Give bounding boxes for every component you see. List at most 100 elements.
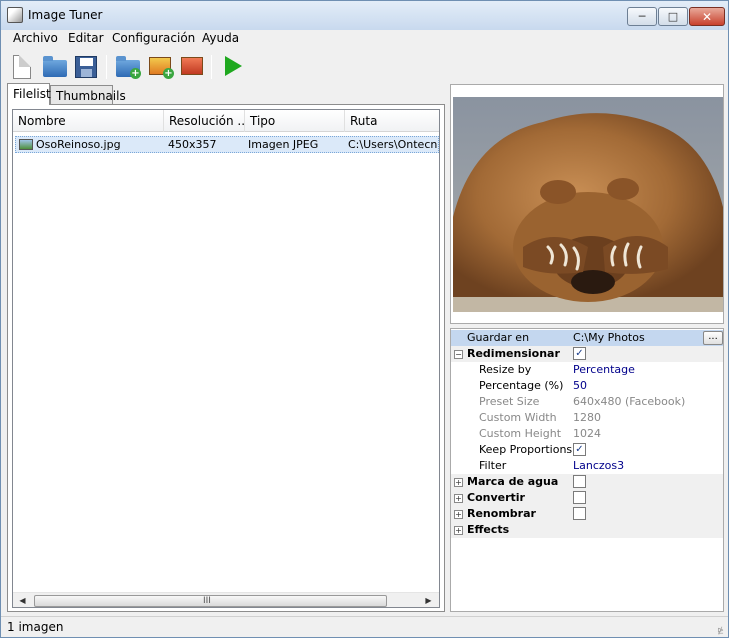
category-effects[interactable]: + Effects [451, 522, 723, 538]
prop-value[interactable]: Lanczos3 [573, 459, 624, 472]
app-icon [7, 7, 23, 23]
minimize-button[interactable]: ─ [627, 7, 657, 26]
category-label: Effects [467, 523, 510, 536]
play-icon [225, 56, 242, 76]
save-disk-icon [75, 56, 97, 78]
prop-value[interactable]: 50 [573, 379, 587, 392]
maximize-icon: □ [667, 10, 679, 23]
category-label: Redimensionar [467, 347, 560, 360]
maximize-button[interactable]: □ [658, 7, 688, 26]
rename-checkbox[interactable] [573, 507, 586, 520]
horizontal-scrollbar[interactable]: ◀ III ▶ [13, 592, 439, 607]
scroll-grip: III [203, 596, 211, 606]
resize-checkbox[interactable]: ✓ [573, 347, 586, 360]
filelist-panel: Nombre Resolución ... Tipo Ruta OsoReino… [7, 104, 445, 612]
prop-label: Keep Proportions [479, 443, 573, 456]
keep-proportions-checkbox[interactable]: ✓ [573, 443, 586, 456]
image-preview [450, 84, 724, 324]
prop-label: Custom Height [479, 427, 562, 440]
list-header: Nombre Resolución ... Tipo Ruta [13, 110, 439, 132]
expand-icon[interactable]: + [454, 526, 463, 535]
convert-checkbox[interactable] [573, 491, 586, 504]
category-renombrar[interactable]: + Renombrar [451, 506, 723, 522]
expand-icon[interactable]: + [454, 478, 463, 487]
minimize-icon: ─ [638, 10, 646, 23]
title-bar: Image Tuner ─ □ ✕ [1, 1, 728, 30]
prop-resize-by[interactable]: Resize by Percentage [451, 362, 723, 378]
watermark-checkbox[interactable] [573, 475, 586, 488]
category-convertir[interactable]: + Convertir [451, 490, 723, 506]
menu-archivo[interactable]: Archivo [13, 31, 58, 45]
scroll-left-icon[interactable]: ◀ [15, 594, 30, 607]
column-ruta[interactable]: Ruta [345, 110, 439, 132]
browse-button[interactable]: ... [703, 331, 723, 345]
prop-label: Filter [479, 459, 507, 472]
prop-value: 640x480 (Facebook) [573, 395, 686, 408]
prop-preset-size: Preset Size 640x480 (Facebook) [451, 394, 723, 410]
menu-ayuda[interactable]: Ayuda [202, 31, 239, 45]
category-label: Marca de agua [467, 475, 559, 488]
remove-image-button[interactable] [180, 53, 206, 79]
plus-icon: + [163, 68, 174, 79]
file-list[interactable]: Nombre Resolución ... Tipo Ruta OsoReino… [12, 109, 440, 608]
toolbar-separator [211, 55, 212, 79]
resize-grip-icon[interactable]: ⋭ [717, 626, 724, 635]
new-file-icon [13, 55, 31, 79]
expand-icon[interactable]: + [454, 510, 463, 519]
properties-grid: Guardar en C:\My Photos ... − Redimensio… [450, 328, 724, 612]
row-path: C:\Users\Ontecnia\ [348, 138, 438, 151]
prop-value[interactable]: Percentage [573, 363, 635, 376]
close-button[interactable]: ✕ [689, 7, 725, 26]
column-resolucion[interactable]: Resolución ... [164, 110, 245, 132]
image-file-icon [19, 139, 33, 150]
toolbar: + + [1, 49, 728, 85]
bear-photo [453, 97, 723, 312]
prop-custom-width: Custom Width 1280 [451, 410, 723, 426]
category-label: Renombrar [467, 507, 536, 520]
toolbar-separator [106, 55, 107, 79]
close-icon: ✕ [701, 9, 713, 24]
status-text: 1 imagen [7, 620, 64, 634]
add-image-button[interactable]: + [148, 53, 174, 79]
category-redimensionar[interactable]: − Redimensionar ✓ [451, 346, 723, 362]
table-row[interactable]: OsoReinoso.jpg 450x357 Imagen JPEG C:\Us… [15, 136, 439, 153]
scroll-thumb[interactable]: III [34, 595, 387, 607]
collapse-icon[interactable]: − [454, 350, 463, 359]
tab-thumbnails[interactable]: Thumbnails [50, 85, 126, 105]
expand-icon[interactable]: + [454, 494, 463, 503]
menu-configuracion[interactable]: Configuración [112, 31, 195, 45]
row-resolution: 450x357 [168, 138, 217, 151]
plus-icon: + [130, 68, 141, 79]
status-bar: 1 imagen ⋭ [1, 616, 728, 637]
prop-percentage[interactable]: Percentage (%) 50 [451, 378, 723, 394]
category-label: Convertir [467, 491, 525, 504]
prop-label: Resize by [479, 363, 532, 376]
save-button[interactable] [73, 53, 99, 79]
tab-filelist[interactable]: Filelist [7, 83, 51, 105]
prop-value: 1280 [573, 411, 601, 424]
prop-filter[interactable]: Filter Lanczos3 [451, 458, 723, 474]
save-location-row[interactable]: Guardar en C:\My Photos ... [451, 330, 723, 346]
prop-label: Percentage (%) [479, 379, 564, 392]
new-button[interactable] [9, 53, 35, 79]
add-folder-button[interactable]: + [115, 53, 141, 79]
image-remove-icon [181, 57, 203, 75]
window-title: Image Tuner [28, 8, 103, 22]
prop-value: 1024 [573, 427, 601, 440]
open-folder-icon [43, 56, 67, 77]
column-nombre[interactable]: Nombre [13, 110, 164, 132]
open-button[interactable] [42, 53, 68, 79]
save-location-label: Guardar en [467, 331, 530, 344]
prop-label: Custom Width [479, 411, 557, 424]
column-tipo[interactable]: Tipo [245, 110, 345, 132]
app-window: Image Tuner ─ □ ✕ Archivo Editar Configu… [0, 0, 729, 638]
prop-keep-proportions[interactable]: Keep Proportions ✓ [451, 442, 723, 458]
category-marca-de-agua[interactable]: + Marca de agua [451, 474, 723, 490]
prop-label: Preset Size [479, 395, 540, 408]
prop-custom-height: Custom Height 1024 [451, 426, 723, 442]
save-location-value[interactable]: C:\My Photos [573, 331, 645, 344]
menu-editar[interactable]: Editar [68, 31, 104, 45]
scroll-right-icon[interactable]: ▶ [421, 594, 436, 607]
row-type: Imagen JPEG [248, 138, 319, 151]
run-button[interactable] [219, 53, 245, 79]
